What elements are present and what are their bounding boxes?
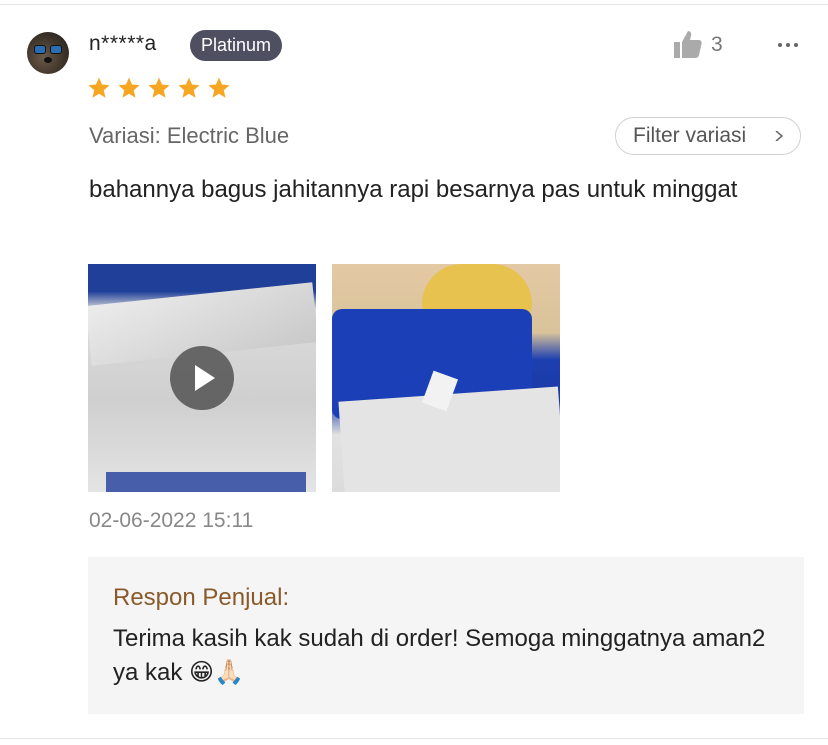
more-dot [794, 43, 798, 47]
play-icon[interactable] [170, 346, 234, 410]
avatar[interactable] [27, 32, 69, 74]
star-icon [88, 77, 110, 98]
membership-badge: Platinum [190, 30, 283, 61]
review-image-thumbnail[interactable] [332, 264, 560, 492]
thumbs-up-icon[interactable] [672, 28, 704, 60]
avatar-glasses-right [50, 45, 62, 54]
star-icon [208, 77, 230, 98]
avatar-nose [44, 57, 52, 63]
top-divider [0, 4, 828, 5]
filter-variation-label: Filter variasi [633, 124, 747, 147]
reviewer-username: n*****a [89, 32, 157, 55]
seller-response-title: Respon Penjual: [113, 584, 290, 611]
rating-stars [87, 76, 231, 100]
more-icon[interactable] [774, 30, 804, 60]
avatar-glasses-left [34, 45, 46, 54]
star-icon [148, 77, 170, 98]
more-dot [786, 43, 790, 47]
review-video-thumbnail[interactable] [88, 264, 316, 492]
chevron-right-icon [775, 131, 784, 141]
seller-response-text: Terima kasih kak sudah di order! Semoga … [113, 625, 766, 686]
bottom-divider [0, 738, 828, 739]
like-count: 3 [711, 33, 723, 56]
star-icon [178, 77, 200, 98]
more-dot [778, 43, 782, 47]
seller-response-box: Respon Penjual: Terima kasih kak sudah d… [88, 557, 804, 714]
review-timestamp: 02-06-2022 15:11 [89, 509, 254, 532]
variation-label: Variasi: Electric Blue [89, 123, 290, 148]
filter-variation-button[interactable]: Filter variasi [615, 117, 801, 155]
star-icon [118, 77, 140, 98]
review-text: bahannya bagus jahitannya rapi besarnya … [89, 176, 738, 203]
play-triangle [195, 365, 215, 391]
video-frame-print [106, 472, 306, 492]
